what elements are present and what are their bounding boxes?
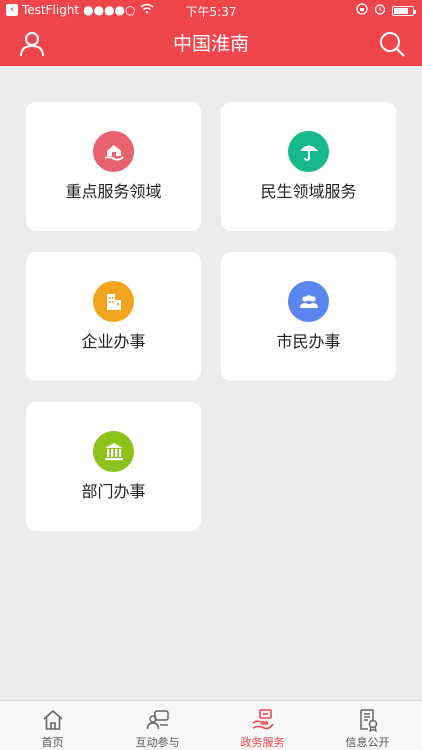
umbrella-icon (288, 131, 329, 172)
rotation-lock-icon (356, 3, 368, 18)
bottom-tab-bar: 首页 互动参与 政务服务 信息公开 (0, 700, 422, 750)
tab-label: 首页 (41, 736, 64, 749)
service-card-label: 市民办事 (276, 332, 341, 351)
app-header: ‹ TestFlight ●●●●○ 下午5:37 中国淮南 (0, 0, 422, 66)
service-card-department[interactable]: 部门办事 (26, 402, 201, 531)
tab-home[interactable]: 首页 (0, 701, 105, 750)
page-title: 中国淮南 (172, 33, 249, 55)
service-card-citizen[interactable]: 市民办事 (221, 252, 396, 381)
service-card-label: 民生领域服务 (260, 182, 357, 201)
chat-icon (146, 710, 169, 730)
home-icon (43, 709, 63, 730)
home-hand-icon (93, 131, 134, 172)
status-bar: ‹ TestFlight ●●●●○ 下午5:37 (0, 0, 422, 20)
service-card-livelihood[interactable]: 民生领域服务 (221, 102, 396, 231)
building-icon (93, 281, 134, 322)
service-hand-icon (252, 709, 274, 730)
tab-label: 信息公开 (345, 736, 390, 749)
search-icon (380, 32, 405, 57)
tab-government-service[interactable]: 政务服务 (210, 701, 315, 750)
service-card-label: 重点服务领域 (65, 182, 162, 201)
tab-interaction[interactable]: 互动参与 (105, 701, 210, 750)
document-icon (360, 709, 378, 732)
service-card-key-areas[interactable]: 重点服务领域 (26, 102, 201, 231)
tab-information[interactable]: 信息公开 (315, 701, 420, 750)
search-button[interactable] (378, 30, 406, 58)
service-card-label: 企业办事 (81, 332, 146, 351)
tab-label: 政务服务 (240, 736, 285, 749)
people-icon (288, 281, 329, 322)
battery-icon (392, 5, 416, 16)
bank-icon (93, 431, 134, 472)
service-card-label: 部门办事 (81, 482, 146, 501)
alarm-icon (374, 3, 386, 18)
tab-label: 互动参与 (135, 736, 180, 749)
service-card-enterprise[interactable]: 企业办事 (26, 252, 201, 381)
